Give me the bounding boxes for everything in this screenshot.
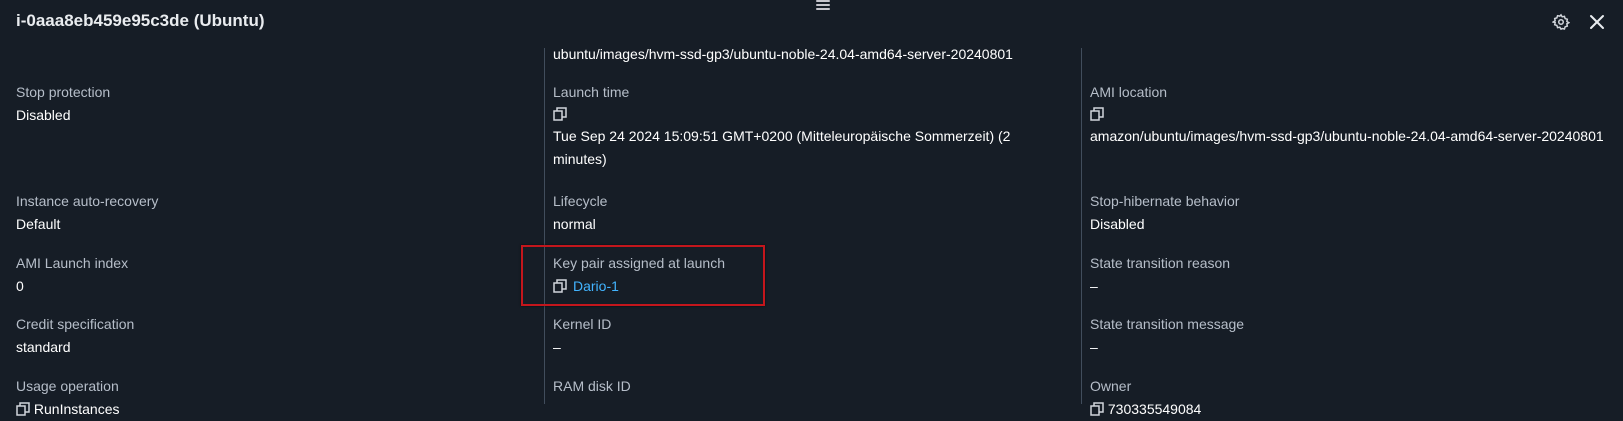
ram-disk-id-field: RAM disk ID xyxy=(553,377,631,395)
field-value: Disabled xyxy=(16,107,71,123)
field-label: Lifecycle xyxy=(553,193,608,209)
ami-location-value: amazon/ubuntu/images/hvm-ssd-gp3/ubuntu-… xyxy=(1090,128,1604,144)
field-label: AMI location xyxy=(1090,84,1168,100)
field-label: State transition message xyxy=(1090,316,1245,332)
owner-value: 730335549084 xyxy=(1107,401,1202,417)
lifecycle-field: Lifecycle normal xyxy=(553,192,607,236)
field-label: Kernel ID xyxy=(553,316,612,332)
field-label: Stop-hibernate behavior xyxy=(1090,193,1240,209)
field-label: Credit specification xyxy=(16,316,135,332)
panel-header: i-0aaa8eb459e95c3de (Ubuntu) xyxy=(0,0,1623,46)
launch-time-field: Launch time Tue Sep 24 2024 15:09:51 GMT… xyxy=(553,83,1053,171)
close-icon[interactable] xyxy=(1587,12,1607,32)
owner-field: Owner 730335549084 xyxy=(1090,377,1201,421)
field-label: Instance auto-recovery xyxy=(16,193,159,209)
copy-icon[interactable] xyxy=(1090,402,1104,416)
field-value: Disabled xyxy=(1090,216,1145,232)
gear-icon[interactable] xyxy=(1551,12,1571,32)
field-label: State transition reason xyxy=(1090,255,1231,271)
field-value: – xyxy=(1090,278,1098,294)
field-label: Launch time xyxy=(553,84,630,100)
ami-launch-index-field: AMI Launch index 0 xyxy=(16,254,128,298)
state-transition-message-field: State transition message – xyxy=(1090,315,1244,359)
ami-name-field: ubuntu/images/hvm-ssd-gp3/ubuntu-noble-2… xyxy=(553,43,1013,66)
column-divider xyxy=(1081,48,1082,404)
copy-icon[interactable] xyxy=(1090,107,1104,121)
credit-specification-field: Credit specification standard xyxy=(16,315,134,359)
copy-icon[interactable] xyxy=(16,402,30,416)
ami-location-field: AMI location amazon/ubuntu/images/hvm-ss… xyxy=(1090,83,1610,148)
kernel-id-field: Kernel ID – xyxy=(553,315,611,359)
state-transition-reason-field: State transition reason – xyxy=(1090,254,1230,298)
page-title: i-0aaa8eb459e95c3de (Ubuntu) xyxy=(16,11,265,30)
launch-time-value: Tue Sep 24 2024 15:09:51 GMT+0200 (Mitte… xyxy=(553,128,1011,167)
field-value: 0 xyxy=(16,278,24,294)
copy-icon[interactable] xyxy=(553,107,567,121)
stop-protection-field: Stop protection Disabled xyxy=(16,83,110,127)
usage-operation-value: RunInstances xyxy=(33,401,120,417)
field-label: Owner xyxy=(1090,378,1132,394)
field-label: Usage operation xyxy=(16,378,119,394)
field-value: – xyxy=(553,339,561,355)
ami-name-value: ubuntu/images/hvm-ssd-gp3/ubuntu-noble-2… xyxy=(553,46,1013,62)
highlight-annotation xyxy=(521,245,765,306)
column-divider xyxy=(544,48,545,404)
usage-operation-field: Usage operation RunInstances xyxy=(16,377,120,421)
field-value: normal xyxy=(553,216,596,232)
field-label: RAM disk ID xyxy=(553,378,631,394)
field-value: RunInstances xyxy=(16,398,120,421)
field-label: AMI Launch index xyxy=(16,255,129,271)
field-value: – xyxy=(1090,339,1098,355)
field-label: Stop protection xyxy=(16,84,111,100)
stop-hibernate-behavior-field: Stop-hibernate behavior Disabled xyxy=(1090,192,1239,236)
drag-handle-icon[interactable] xyxy=(816,0,830,10)
instance-auto-recovery-field: Instance auto-recovery Default xyxy=(16,192,158,236)
field-value: Default xyxy=(16,216,61,232)
instance-details-panel: i-0aaa8eb459e95c3de (Ubuntu) Stop protec… xyxy=(0,0,1623,417)
field-value: standard xyxy=(16,339,71,355)
field-value: 730335549084 xyxy=(1090,398,1201,421)
